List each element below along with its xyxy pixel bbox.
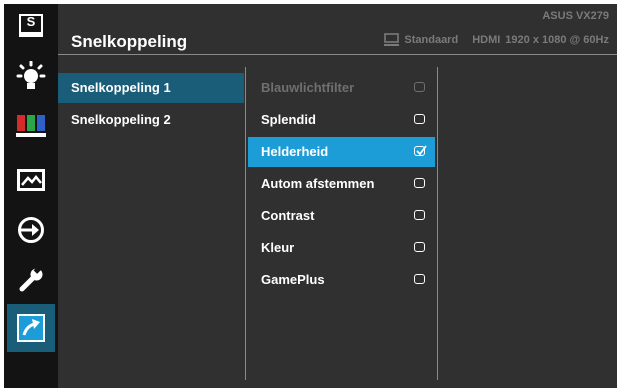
sidebar: S xyxy=(4,4,58,388)
header: Snelkoppeling ASUS VX279 Standaard HDMI … xyxy=(58,4,617,54)
page-title: Snelkoppeling xyxy=(71,32,188,51)
option-blauwlichtfilter: Blauwlichtfilter xyxy=(248,73,435,103)
shortcut-item-label: Snelkoppeling 1 xyxy=(71,80,171,95)
header-divider xyxy=(58,54,617,55)
splendid-icon: S xyxy=(19,14,43,37)
checkbox-checked[interactable] xyxy=(414,145,427,156)
option-autom-afstemmen[interactable]: Autom afstemmen xyxy=(248,169,435,199)
model-name: ASUS VX279 xyxy=(542,10,609,22)
option-gameplus[interactable]: GamePlus xyxy=(248,265,435,295)
option-label: Autom afstemmen xyxy=(261,176,375,191)
input-select-icon xyxy=(18,217,44,243)
image-icon xyxy=(17,169,45,191)
checkbox[interactable] xyxy=(414,114,425,124)
image-menu-button[interactable] xyxy=(7,156,55,204)
mode-label: Standaard xyxy=(404,33,459,46)
color-icon xyxy=(16,115,46,137)
checkbox[interactable] xyxy=(414,210,425,220)
checkbox[interactable] xyxy=(414,274,425,284)
option-label: Contrast xyxy=(261,208,315,223)
input-select-menu-button[interactable] xyxy=(7,206,55,254)
system-setup-menu-button[interactable] xyxy=(7,256,55,304)
option-kleur[interactable]: Kleur xyxy=(248,233,435,263)
status-bar: Standaard HDMI 1920 x 1080 @ 60Hz xyxy=(384,33,609,46)
option-label: GamePlus xyxy=(261,272,325,287)
option-label: Kleur xyxy=(261,240,295,255)
resolution-label: 1920 x 1080 @ 60Hz xyxy=(505,33,609,46)
blue-light-menu-button[interactable] xyxy=(7,52,55,100)
shortcut-icon xyxy=(17,314,45,342)
splendid-menu-button[interactable]: S xyxy=(7,6,55,42)
option-helderheid[interactable]: Helderheid xyxy=(248,137,435,167)
shortcut-item-1[interactable]: Snelkoppeling 1 xyxy=(58,73,244,103)
column-divider xyxy=(437,67,438,380)
shortcut-item-2[interactable]: Snelkoppeling 2 xyxy=(58,105,244,135)
column-divider xyxy=(245,67,246,380)
osd-menu: S Snelkoppeling ASUS VX279 Standaard HDM… xyxy=(4,4,617,388)
option-contrast[interactable]: Contrast xyxy=(248,201,435,231)
wrench-icon xyxy=(19,266,43,292)
option-label: Splendid xyxy=(261,112,316,127)
blue-light-icon xyxy=(16,61,46,89)
option-label: Blauwlichtfilter xyxy=(261,80,355,95)
option-label: Helderheid xyxy=(261,144,329,159)
monitor-icon xyxy=(384,33,400,46)
checkmark-icon xyxy=(416,145,427,156)
color-menu-button[interactable] xyxy=(7,102,55,150)
checkbox[interactable] xyxy=(414,242,425,252)
input-label: HDMI xyxy=(472,33,501,46)
checkbox[interactable] xyxy=(414,178,425,188)
shortcut-menu-button[interactable] xyxy=(7,304,55,352)
checkbox xyxy=(414,82,425,92)
option-splendid[interactable]: Splendid xyxy=(248,105,435,135)
shortcut-item-label: Snelkoppeling 2 xyxy=(71,112,171,127)
